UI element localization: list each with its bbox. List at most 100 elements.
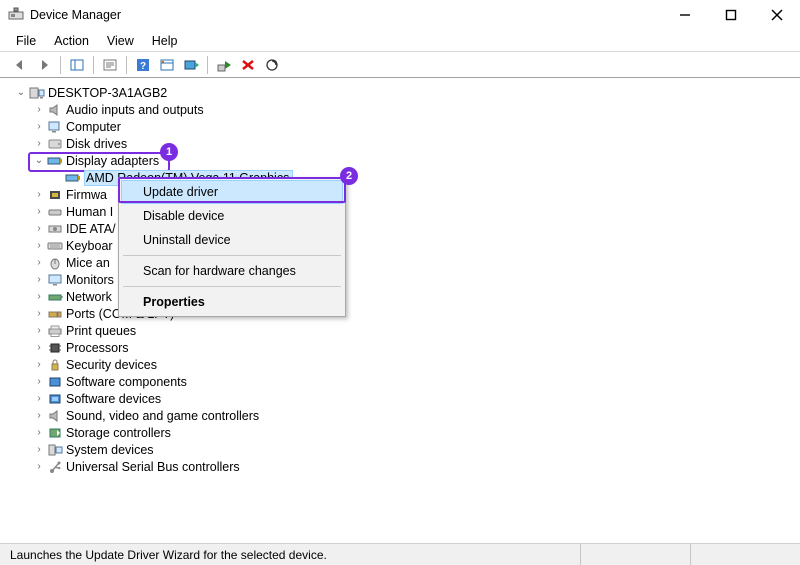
show-hide-tree-button[interactable]	[65, 54, 89, 76]
chevron-right-icon[interactable]: ›	[32, 257, 46, 268]
tree-item-disk[interactable]: › Disk drives	[14, 135, 800, 152]
context-menu-item-disable[interactable]: Disable device	[121, 204, 343, 228]
forward-button[interactable]	[32, 54, 56, 76]
context-menu-item-update-driver[interactable]: Update driver	[121, 180, 343, 204]
tree-item-security[interactable]: › Security devices	[14, 356, 800, 373]
disk-icon	[46, 137, 64, 151]
properties-button[interactable]	[98, 54, 122, 76]
chevron-right-icon[interactable]: ›	[32, 444, 46, 455]
back-button[interactable]	[8, 54, 32, 76]
computer-icon	[28, 86, 46, 100]
menu-view[interactable]: View	[99, 32, 142, 50]
close-button[interactable]	[754, 0, 800, 30]
chevron-right-icon[interactable]: ›	[32, 427, 46, 438]
cpu-icon	[46, 341, 64, 355]
network-icon	[46, 290, 64, 304]
tree-item-label: Universal Serial Bus controllers	[66, 460, 240, 474]
tree-item-audio[interactable]: › Audio inputs and outputs	[14, 101, 800, 118]
tree-item-swdev[interactable]: › Software devices	[14, 390, 800, 407]
tree-item-print[interactable]: › Print queues	[14, 322, 800, 339]
chevron-right-icon[interactable]: ›	[32, 274, 46, 285]
menu-help[interactable]: Help	[144, 32, 186, 50]
chevron-right-icon[interactable]: ›	[32, 121, 46, 132]
ide-icon	[46, 222, 64, 236]
enable-device-button[interactable]	[212, 54, 236, 76]
tree-root[interactable]: ⌄ DESKTOP-3A1AGB2	[14, 84, 800, 101]
context-menu-item-uninstall[interactable]: Uninstall device	[121, 228, 343, 252]
tree-item-processors[interactable]: › Processors	[14, 339, 800, 356]
computer-icon	[46, 120, 64, 134]
chevron-right-icon[interactable]: ›	[32, 359, 46, 370]
update-driver-button[interactable]	[179, 54, 203, 76]
minimize-button[interactable]	[662, 0, 708, 30]
toolbar: ?	[0, 52, 800, 78]
status-cell	[580, 544, 690, 565]
tree-item-display-adapters[interactable]: ⌄ Display adapters	[14, 152, 800, 169]
context-menu: Update driver Disable device Uninstall d…	[118, 177, 346, 317]
context-menu-item-properties[interactable]: Properties	[121, 290, 343, 314]
uninstall-device-button[interactable]	[236, 54, 260, 76]
tree-item-label: Software components	[66, 375, 187, 389]
chevron-right-icon[interactable]: ›	[32, 240, 46, 251]
menu-action[interactable]: Action	[46, 32, 97, 50]
scan-hardware-button[interactable]	[260, 54, 284, 76]
tree-item-label: Human I	[66, 205, 113, 219]
tree-item-label: Disk drives	[66, 137, 127, 151]
display-adapter-icon	[64, 171, 82, 185]
context-menu-separator	[123, 255, 341, 256]
chevron-right-icon[interactable]: ›	[32, 342, 46, 353]
chevron-right-icon[interactable]: ›	[32, 104, 46, 115]
maximize-button[interactable]	[708, 0, 754, 30]
sound-icon	[46, 409, 64, 423]
cm-label: Update driver	[143, 185, 218, 199]
ports-icon	[46, 307, 64, 321]
usb-icon	[46, 460, 64, 474]
chevron-right-icon[interactable]: ›	[32, 376, 46, 387]
chevron-right-icon[interactable]: ›	[32, 393, 46, 404]
chevron-right-icon[interactable]: ›	[32, 291, 46, 302]
tree-item-label: Monitors	[66, 273, 114, 287]
audio-icon	[46, 103, 64, 117]
tree-item-label: Mice an	[66, 256, 110, 270]
cm-label: Uninstall device	[143, 233, 231, 247]
mouse-icon	[46, 256, 64, 270]
status-text: Launches the Update Driver Wizard for th…	[0, 548, 580, 562]
printer-icon	[46, 324, 64, 338]
tree-item-usb[interactable]: › Universal Serial Bus controllers	[14, 458, 800, 475]
keyboard-icon	[46, 239, 64, 253]
context-menu-item-scan[interactable]: Scan for hardware changes	[121, 259, 343, 283]
software-device-icon	[46, 392, 64, 406]
chevron-right-icon[interactable]: ›	[32, 138, 46, 149]
chevron-right-icon[interactable]: ›	[32, 189, 46, 200]
tree-item-label: Security devices	[66, 358, 157, 372]
tree-item-storage[interactable]: › Storage controllers	[14, 424, 800, 441]
help-button[interactable]: ?	[131, 54, 155, 76]
toolbar-sep	[126, 56, 127, 74]
chevron-right-icon[interactable]: ›	[32, 325, 46, 336]
status-cell	[690, 544, 800, 565]
chevron-right-icon[interactable]: ›	[32, 206, 46, 217]
tree-item-label: Firmwa	[66, 188, 107, 202]
chevron-right-icon[interactable]: ›	[32, 410, 46, 421]
chevron-right-icon[interactable]: ›	[32, 461, 46, 472]
menu-file[interactable]: File	[8, 32, 44, 50]
chevron-right-icon[interactable]: ›	[32, 223, 46, 234]
tree-item-label: Network	[66, 290, 112, 304]
tree-item-computer[interactable]: › Computer	[14, 118, 800, 135]
chevron-down-icon[interactable]: ⌄	[14, 87, 28, 98]
devices-by-type-button[interactable]	[155, 54, 179, 76]
tree-item-system[interactable]: › System devices	[14, 441, 800, 458]
tree-item-sound[interactable]: › Sound, video and game controllers	[14, 407, 800, 424]
context-menu-separator	[123, 286, 341, 287]
system-device-icon	[46, 443, 64, 457]
tree-item-label: Storage controllers	[66, 426, 171, 440]
device-tree[interactable]: ⌄ DESKTOP-3A1AGB2 › Audio inputs and out…	[0, 78, 800, 543]
svg-text:?: ?	[140, 61, 146, 72]
menu-bar: File Action View Help	[0, 30, 800, 52]
tree-item-swcomp[interactable]: › Software components	[14, 373, 800, 390]
cm-label: Disable device	[143, 209, 224, 223]
toolbar-sep	[207, 56, 208, 74]
chevron-right-icon[interactable]: ›	[32, 308, 46, 319]
window-controls	[662, 0, 800, 30]
chevron-down-icon[interactable]: ⌄	[32, 155, 46, 166]
